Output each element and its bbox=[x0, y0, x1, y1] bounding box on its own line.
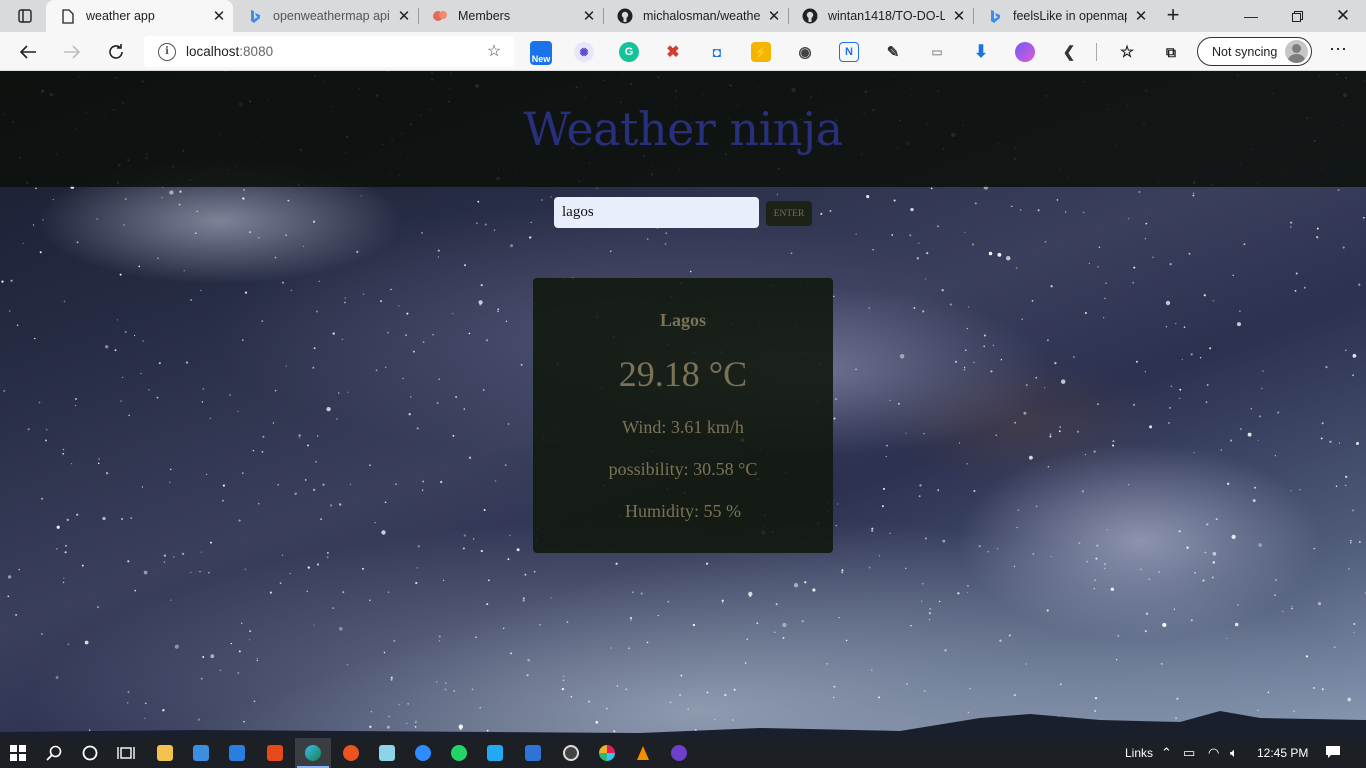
windows-start-icon[interactable] bbox=[0, 738, 36, 768]
city-name: Lagos bbox=[659, 310, 706, 330]
close-icon[interactable]: ✕ bbox=[1127, 7, 1155, 25]
tab-label: Members bbox=[458, 9, 511, 23]
search-icon[interactable] bbox=[36, 738, 72, 768]
feels-like-value: possibility: 30.58 °C bbox=[608, 459, 758, 479]
enter-button[interactable]: ENTER bbox=[766, 201, 812, 226]
url-text: localhost:8080 bbox=[186, 44, 274, 59]
screen-capture-icon[interactable]: ◘ bbox=[707, 42, 727, 62]
app-title: Weather ninja bbox=[523, 102, 843, 156]
mail-icon[interactable] bbox=[219, 738, 255, 768]
close-icon[interactable]: ✕ bbox=[945, 7, 973, 25]
zoom-icon[interactable] bbox=[405, 738, 441, 768]
more-options-icon[interactable]: ⋯ bbox=[1326, 40, 1350, 64]
ubuntu-icon[interactable] bbox=[333, 738, 369, 768]
github-icon bbox=[617, 8, 633, 24]
github-icon bbox=[802, 8, 818, 24]
tab-michalosman-weather[interactable]: michalosman/weather ✕ bbox=[603, 0, 788, 32]
tab-label: feelsLike in openmap bbox=[1013, 9, 1127, 23]
sync-label: Not syncing bbox=[1212, 44, 1278, 59]
chevron-up-icon[interactable]: ⌃ bbox=[1161, 745, 1172, 761]
refresh-button[interactable] bbox=[102, 38, 130, 66]
tab-strip: weather app ✕ openweathermap api ✕ Membe… bbox=[0, 0, 1366, 32]
tab-actions-icon[interactable] bbox=[10, 6, 40, 26]
tab-weather-app[interactable]: weather app ✕ bbox=[46, 0, 233, 32]
extension-shield-icon[interactable]: ⚡ bbox=[751, 42, 771, 62]
tab-label: openweathermap api bbox=[273, 9, 390, 23]
vscode-icon[interactable] bbox=[477, 738, 513, 768]
forward-button[interactable] bbox=[58, 38, 86, 66]
address-bar[interactable]: i localhost:8080 ☆ bbox=[144, 36, 514, 67]
tab-wintan-todo[interactable]: wintan1418/TO-DO-LI ✕ bbox=[788, 0, 973, 32]
edge-icon[interactable] bbox=[295, 738, 331, 768]
browser-toolbar: i localhost:8080 ☆ New ✺ G ✖ ◘ ⚡ ◉ N ✎ ▭… bbox=[0, 32, 1366, 71]
notifications-icon[interactable] bbox=[1325, 745, 1341, 762]
tab-members[interactable]: Members ✕ bbox=[418, 0, 603, 32]
toolbar-divider bbox=[1096, 43, 1097, 61]
app-header: Weather ninja bbox=[0, 71, 1366, 187]
download-icon[interactable]: ⬇ bbox=[971, 42, 991, 62]
vlc-icon[interactable] bbox=[625, 738, 661, 768]
whatsapp-icon[interactable] bbox=[441, 738, 477, 768]
close-icon[interactable]: ✕ bbox=[760, 7, 788, 25]
site-info-icon[interactable]: i bbox=[158, 42, 176, 61]
tab-feelslike[interactable]: feelsLike in openmap ✕ bbox=[973, 0, 1155, 32]
extension-purple-icon[interactable] bbox=[1015, 42, 1035, 62]
extension-star-icon[interactable]: ✺ bbox=[574, 42, 594, 62]
tab-label: wintan1418/TO-DO-LI bbox=[828, 9, 945, 23]
city-search-input[interactable] bbox=[554, 197, 759, 228]
mountain-silhouette bbox=[0, 711, 1366, 738]
profile-sync-button[interactable]: Not syncing bbox=[1197, 37, 1312, 66]
extension-new-icon[interactable]: New bbox=[530, 41, 552, 65]
grammarly-icon[interactable]: G bbox=[619, 42, 639, 62]
github-desktop-icon[interactable] bbox=[661, 738, 697, 768]
back-button[interactable] bbox=[14, 38, 42, 66]
members-icon bbox=[432, 8, 448, 24]
extension-n-icon[interactable]: N bbox=[839, 42, 859, 62]
eye-icon[interactable]: ◉ bbox=[795, 42, 815, 62]
new-tab-button[interactable]: + bbox=[1162, 4, 1184, 27]
wind-value: Wind: 3.61 km/h bbox=[622, 417, 744, 437]
extension-c-icon[interactable]: ❮ bbox=[1059, 42, 1079, 62]
media-player-icon[interactable] bbox=[515, 738, 551, 768]
slack-icon[interactable] bbox=[589, 738, 625, 768]
volume-icon[interactable]: 🔈︎ bbox=[1230, 745, 1238, 761]
tab-label: weather app bbox=[86, 9, 155, 23]
file-explorer-icon[interactable] bbox=[147, 738, 183, 768]
weather-card: Lagos 29.18 °C Wind: 3.61 km/h possibili… bbox=[533, 278, 833, 553]
extension-x-icon[interactable]: ✖ bbox=[663, 42, 683, 62]
battery-icon[interactable]: ▭ bbox=[1183, 745, 1195, 761]
obs-icon[interactable] bbox=[553, 738, 589, 768]
minimize-button[interactable]: — bbox=[1228, 0, 1274, 32]
notepad-icon[interactable] bbox=[369, 738, 405, 768]
clock-time[interactable]: 12:45 PM bbox=[1257, 746, 1308, 760]
close-icon[interactable]: ✕ bbox=[390, 7, 418, 25]
wifi-icon[interactable]: ◠ bbox=[1208, 745, 1219, 761]
tab-label: michalosman/weather bbox=[643, 9, 760, 23]
color-picker-icon[interactable]: ✎ bbox=[883, 42, 903, 62]
temperature-value: 29.18 °C bbox=[618, 354, 748, 394]
task-view-icon[interactable] bbox=[108, 738, 144, 768]
add-favorite-icon[interactable]: ☆ bbox=[484, 42, 504, 62]
bing-icon bbox=[247, 8, 263, 24]
extension-gray-icon[interactable]: ▭ bbox=[927, 42, 947, 62]
page-icon bbox=[60, 8, 76, 24]
humidity-value: Humidity: 55 % bbox=[625, 501, 741, 521]
bing-icon bbox=[987, 8, 1003, 24]
favorites-icon[interactable]: ☆ bbox=[1117, 42, 1137, 62]
close-icon[interactable]: ✕ bbox=[205, 7, 233, 25]
windows-taskbar: Links ⌃ ▭ ◠ 🔈︎ 12:45 PM bbox=[0, 738, 1366, 768]
close-window-button[interactable]: ✕ bbox=[1320, 0, 1366, 32]
links-toolbar-label[interactable]: Links bbox=[1125, 746, 1153, 760]
weather-page: Weather ninja ENTER Lagos 29.18 °C Wind:… bbox=[0, 71, 1366, 738]
cortana-icon[interactable] bbox=[72, 738, 108, 768]
tab-openweathermap[interactable]: openweathermap api ✕ bbox=[233, 0, 418, 32]
office-icon[interactable] bbox=[257, 738, 293, 768]
collections-icon[interactable]: ⧉ bbox=[1161, 42, 1181, 62]
restore-button[interactable] bbox=[1274, 0, 1320, 32]
avatar-icon bbox=[1285, 40, 1308, 63]
close-icon[interactable]: ✕ bbox=[575, 7, 603, 25]
store-icon[interactable] bbox=[183, 738, 219, 768]
